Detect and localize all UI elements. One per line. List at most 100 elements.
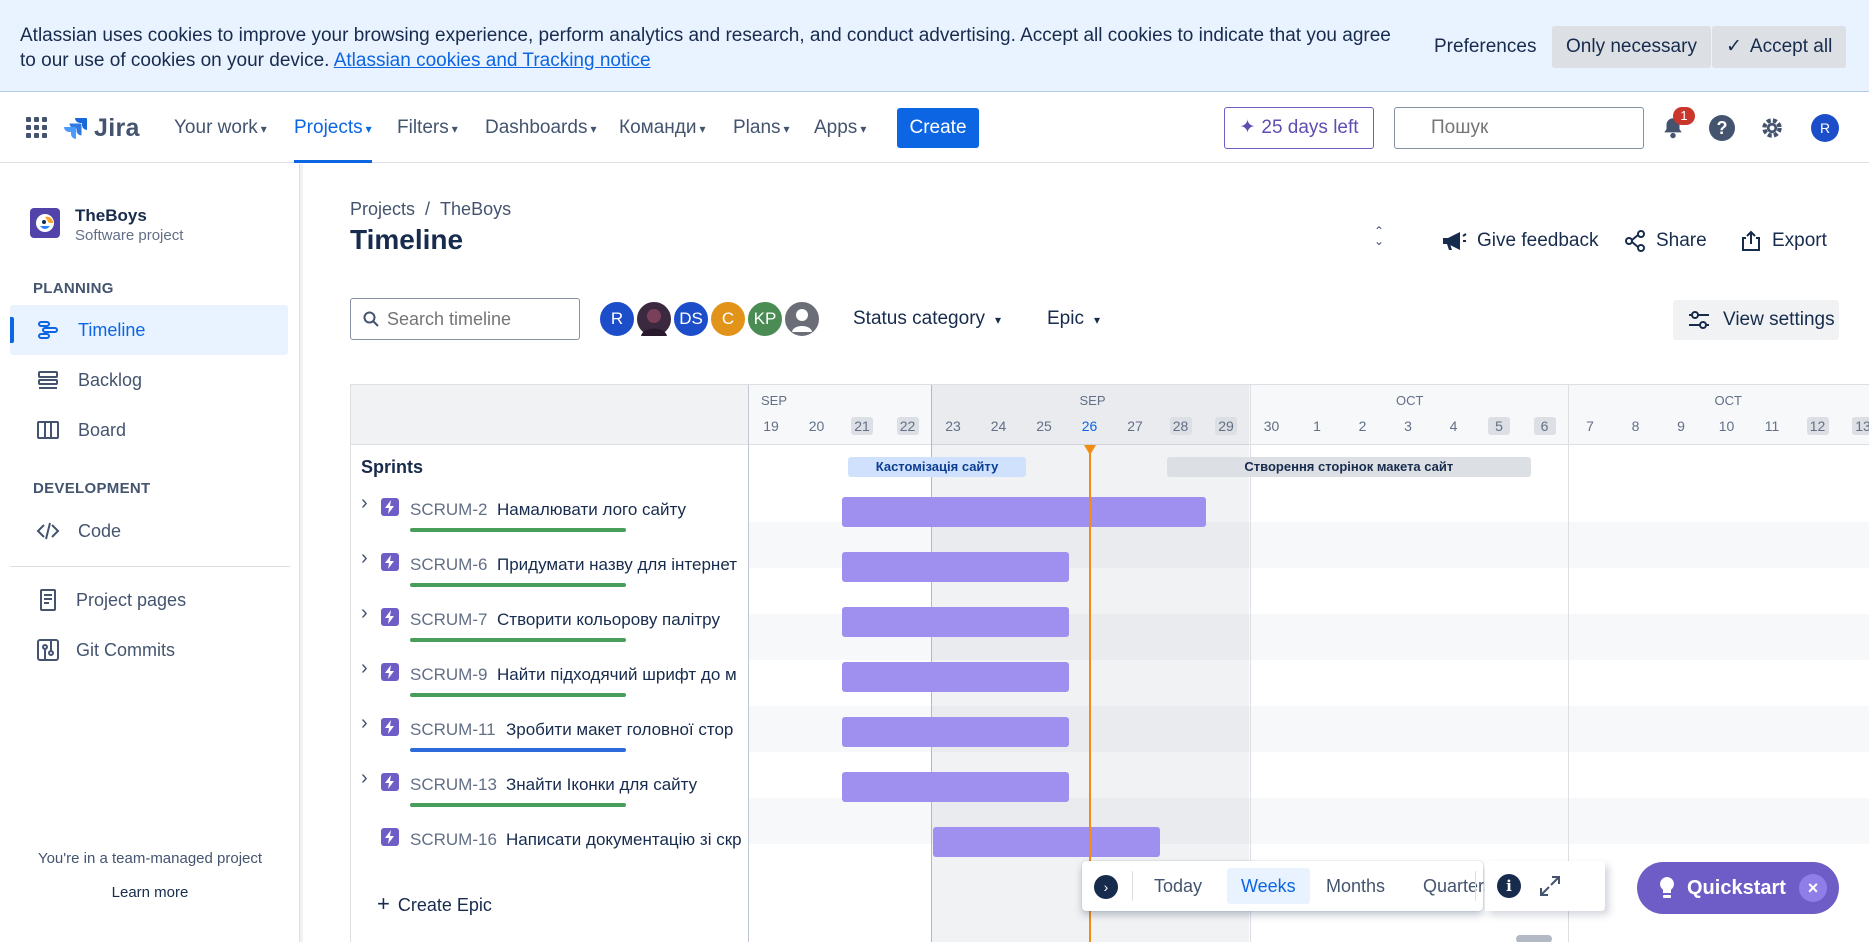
megaphone-icon [1443, 232, 1467, 250]
cookie-banner: Atlassian uses cookies to improve your b… [0, 0, 1869, 92]
sprint-bar[interactable]: Створення сторінок макета сайт [1166, 457, 1531, 477]
chevron-right-icon[interactable]: › [361, 767, 368, 790]
info-icon[interactable]: i [1497, 874, 1521, 898]
timeline-search-input[interactable] [385, 299, 575, 339]
epic-lightning-icon [381, 553, 399, 571]
epic-row[interactable]: › SCRUM-9 Найти підходячий шрифт до м [351, 649, 749, 704]
chevron-right-icon[interactable]: › [361, 492, 368, 515]
zoom-today-button[interactable]: Today [1140, 868, 1216, 904]
project-avatar[interactable] [30, 208, 60, 238]
development-heading: DEVELOPMENT [33, 480, 151, 497]
sprint-bar[interactable]: Кастомізація сайту [848, 457, 1026, 477]
expand-collapse-icon[interactable]: ⌃ ⌄ [1374, 225, 1384, 247]
epic-row[interactable]: › SCRUM-13 Знайти Іконки для сайту [351, 759, 749, 814]
day-label: 5 [1488, 417, 1510, 435]
project-name[interactable]: TheBoys [75, 206, 147, 226]
sparkle-icon: ✦ [1239, 117, 1256, 138]
unassigned-avatar[interactable] [783, 300, 821, 338]
status-category-filter[interactable]: Status category ▾ [853, 298, 1001, 340]
nav-filters[interactable]: Filters ▾ [397, 93, 458, 163]
cookie-notice-link[interactable]: Atlassian cookies and Tracking notice [334, 50, 651, 71]
cookie-only-necessary-button[interactable]: Only necessary [1552, 26, 1711, 68]
day-label: 11 [1764, 418, 1780, 434]
zoom-weeks-button[interactable]: Weeks [1227, 868, 1310, 904]
assignee-avatar-kp[interactable]: KP [746, 300, 784, 338]
assignee-avatar-r[interactable]: R [598, 300, 636, 338]
epic-bar[interactable] [841, 552, 1070, 582]
epic-filter[interactable]: Epic ▾ [1047, 298, 1100, 340]
sidebar-item-board[interactable]: Board [10, 405, 288, 455]
chevron-right-icon[interactable]: › [361, 547, 368, 570]
epic-row[interactable]: › SCRUM-7 Створити кольорову палітру [351, 594, 749, 649]
accept-all-label: Accept all [1749, 36, 1833, 57]
close-icon[interactable]: × [1799, 874, 1827, 902]
epic-row[interactable]: SCRUM-16 Написати документацію зі скр [351, 814, 749, 869]
user-avatar[interactable]: R [1811, 114, 1839, 142]
app-name: Jira [94, 113, 140, 142]
cookie-accept-all-button[interactable]: ✓ Accept all [1712, 26, 1847, 68]
nav-dashboards[interactable]: Dashboards ▾ [485, 93, 596, 163]
horizontal-scrollbar[interactable] [1516, 935, 1552, 942]
epic-key: SCRUM-2 [410, 500, 488, 519]
chevron-right-icon[interactable]: › [361, 657, 368, 680]
epic-bar[interactable] [841, 662, 1070, 692]
epic-bar[interactable] [841, 717, 1070, 747]
nav-plans[interactable]: Plans ▾ [733, 93, 790, 163]
app-switcher-icon[interactable] [26, 117, 48, 139]
zoom-months-button[interactable]: Months [1312, 868, 1399, 904]
sidebar-item-project-pages[interactable]: Project pages [10, 575, 288, 625]
chevron-right-icon[interactable]: › [361, 602, 368, 625]
help-icon[interactable]: ? [1709, 115, 1735, 141]
create-button[interactable]: Create [897, 108, 979, 148]
chevron-down-icon: ▾ [995, 313, 1002, 327]
nav-projects[interactable]: Projects ▾ [294, 93, 372, 163]
epic-title: Намалювати лого сайту [497, 500, 686, 519]
give-feedback-button[interactable]: Give feedback [1441, 230, 1598, 252]
epic-row[interactable]: › SCRUM-6 Придумати назву для інтернет [351, 539, 749, 594]
breadcrumb-project[interactable]: TheBoys [440, 199, 511, 219]
create-epic-button[interactable]: + Create Epic [377, 891, 492, 917]
assignee-avatar-photo[interactable] [635, 300, 673, 338]
sidebar-item-code[interactable]: Code [10, 506, 288, 556]
day-label: 20 [808, 418, 825, 434]
sidebar-item-timeline[interactable]: Timeline [10, 305, 288, 355]
assignee-avatar-c[interactable]: C [709, 300, 747, 338]
day-label: 24 [990, 418, 1007, 434]
sidebar-item-backlog[interactable]: Backlog [10, 355, 288, 405]
chevron-right-icon[interactable]: › [361, 712, 368, 735]
global-search-input[interactable] [1394, 107, 1644, 149]
team-managed-message: You're in a team-managed project [37, 850, 263, 867]
quickstart-button[interactable]: Quickstart × [1637, 862, 1839, 914]
fullscreen-icon[interactable] [1539, 875, 1561, 897]
trial-days-button[interactable]: ✦ 25 days left [1224, 107, 1374, 149]
jira-logo[interactable]: Jira [64, 111, 140, 145]
epic-row[interactable]: › SCRUM-11 Зробити макет головної стор [351, 704, 749, 759]
epic-row[interactable]: › SCRUM-2 Намалювати лого сайту [351, 484, 749, 539]
cookie-preferences-button[interactable]: Preferences [1420, 26, 1550, 68]
epic-bar[interactable] [841, 607, 1070, 637]
epic-bar[interactable] [841, 772, 1070, 802]
breadcrumb-projects[interactable]: Projects [350, 199, 415, 219]
day-label: 6 [1533, 417, 1556, 435]
export-button[interactable]: Export [1740, 230, 1827, 252]
month-label: OCT [1714, 393, 1742, 408]
sidebar-item-git-commits[interactable]: Git Commits [10, 625, 288, 675]
nav-teams[interactable]: Команди ▾ [619, 93, 706, 163]
epic-progress-bar [410, 803, 626, 807]
epic-progress-bar [410, 748, 626, 752]
epic-key: SCRUM-9 [410, 665, 488, 684]
assignee-avatar-ds[interactable]: DS [672, 300, 710, 338]
nav-apps[interactable]: Apps ▾ [814, 93, 866, 163]
epic-bar[interactable] [932, 827, 1161, 857]
settings-gear-icon[interactable] [1759, 115, 1785, 141]
share-button[interactable]: Share [1624, 230, 1707, 252]
epic-key: SCRUM-7 [410, 610, 488, 629]
epic-progress-bar [410, 583, 626, 587]
code-icon [36, 522, 60, 540]
view-settings-button[interactable]: View settings [1673, 300, 1839, 340]
timeline-search[interactable] [350, 298, 580, 340]
nav-your-work[interactable]: Your work ▾ [174, 93, 267, 163]
chevron-right-icon[interactable]: › [1094, 875, 1118, 899]
epic-bar[interactable] [841, 497, 1206, 527]
learn-more-link[interactable]: Learn more [0, 884, 300, 901]
